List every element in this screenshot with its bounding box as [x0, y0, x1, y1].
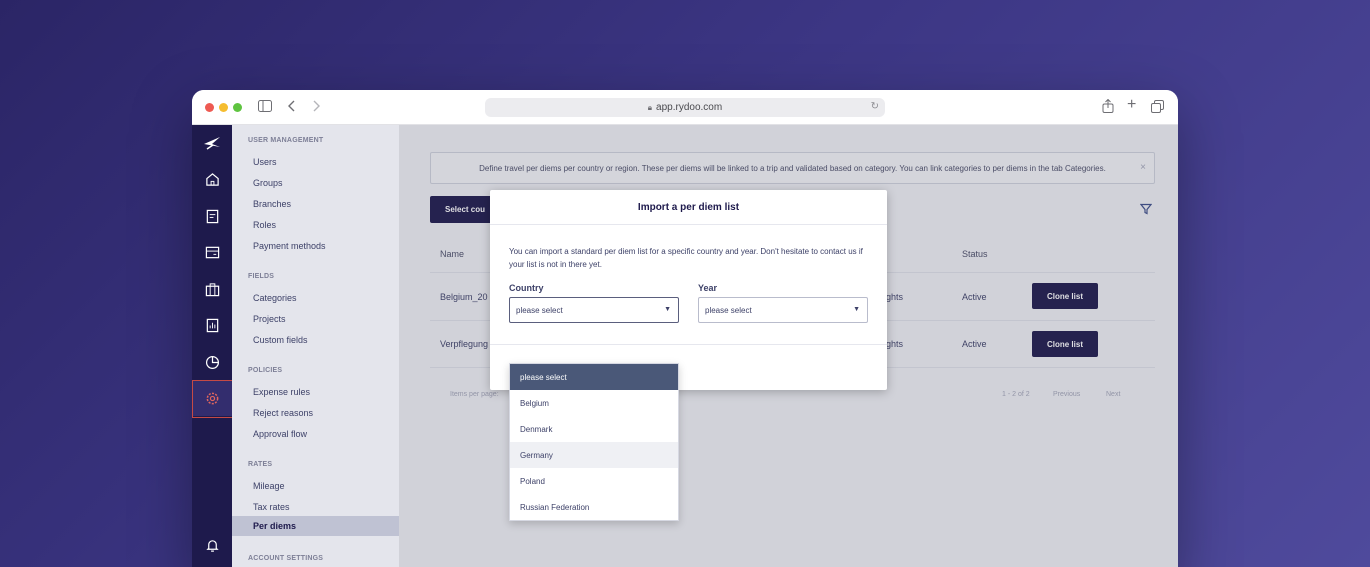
address-bar[interactable]: 🔒︎ app.rydoo.com ↻	[485, 98, 885, 117]
menu-item-per-diems[interactable]: Per diems	[232, 516, 399, 536]
lock-icon: 🔒︎	[647, 102, 653, 112]
new-tab-icon[interactable]: +	[1127, 97, 1136, 113]
year-label: Year	[698, 283, 718, 293]
menu-item-mileage[interactable]: Mileage	[253, 481, 285, 491]
menu-section-policies: POLICIES	[248, 367, 283, 374]
app: USER MANAGEMENT Users Groups Branches Ro…	[192, 125, 1178, 567]
import-per-diem-modal: Import a per diem list You can import a …	[490, 190, 887, 390]
modal-footer-divider	[490, 344, 887, 345]
menu-item-users[interactable]: Users	[253, 157, 277, 167]
settings-icon[interactable]	[192, 380, 234, 418]
settings-menu: USER MANAGEMENT Users Groups Branches Ro…	[232, 125, 399, 567]
reports-icon[interactable]	[192, 307, 232, 343]
menu-item-branches[interactable]: Branches	[253, 199, 291, 209]
expenses-icon[interactable]	[192, 198, 232, 234]
rydoo-logo-icon[interactable]	[192, 125, 232, 161]
wallet-icon[interactable]	[192, 234, 232, 270]
browser-window: 🔒︎ app.rydoo.com ↻ + USER MANAGEMENT Use…	[192, 90, 1178, 567]
country-select-value: please select	[516, 305, 563, 315]
sidebar-toggle-icon[interactable]	[258, 100, 272, 114]
country-select[interactable]: please select ▼	[509, 297, 679, 323]
year-select-value: please select	[705, 305, 752, 315]
modal-description: You can import a standard per diem list …	[509, 247, 863, 269]
country-option[interactable]: Denmark	[510, 416, 678, 442]
country-option[interactable]: Russian Federation	[510, 494, 678, 520]
minimize-window-button[interactable]	[219, 103, 228, 112]
analytics-icon[interactable]	[192, 344, 232, 380]
url-text: app.rydoo.com	[656, 102, 723, 113]
country-option[interactable]: Belgium	[510, 390, 678, 416]
year-select[interactable]: please select ▼	[698, 297, 868, 323]
menu-section-fields: FIELDS	[248, 273, 275, 280]
menu-section-account-settings: ACCOUNT SETTINGS	[248, 555, 324, 562]
menu-item-expense-rules[interactable]: Expense rules	[253, 387, 310, 397]
forward-icon[interactable]	[312, 100, 320, 114]
menu-item-categories[interactable]: Categories	[253, 293, 297, 303]
browser-toolbar: 🔒︎ app.rydoo.com ↻ +	[192, 90, 1178, 125]
menu-item-payment-methods[interactable]: Payment methods	[253, 241, 326, 251]
share-icon[interactable]	[1102, 98, 1114, 115]
modal-title: Import a per diem list	[490, 190, 887, 225]
menu-item-projects[interactable]: Projects	[253, 314, 286, 324]
country-option[interactable]: please select	[510, 364, 678, 390]
tabs-overview-icon[interactable]	[1151, 100, 1164, 115]
chevron-down-icon: ▼	[664, 306, 671, 313]
country-option[interactable]: Poland	[510, 468, 678, 494]
back-icon[interactable]	[288, 100, 296, 114]
chevron-down-icon: ▼	[853, 306, 860, 313]
menu-item-approval-flow[interactable]: Approval flow	[253, 429, 307, 439]
menu-item-reject-reasons[interactable]: Reject reasons	[253, 408, 313, 418]
reload-icon[interactable]: ↻	[871, 101, 879, 112]
menu-section-rates: RATES	[248, 461, 273, 468]
menu-item-roles[interactable]: Roles	[253, 220, 276, 230]
close-window-button[interactable]	[205, 103, 214, 112]
country-label: Country	[509, 283, 544, 293]
menu-item-custom-fields[interactable]: Custom fields	[253, 335, 308, 345]
notifications-icon[interactable]	[192, 527, 232, 563]
country-dropdown: please select Belgium Denmark Germany Po…	[509, 363, 679, 521]
country-option[interactable]: Germany	[510, 442, 678, 468]
trips-icon[interactable]	[192, 271, 232, 307]
menu-section-user-management: USER MANAGEMENT	[248, 137, 324, 144]
menu-item-tax-rates[interactable]: Tax rates	[253, 502, 290, 512]
icon-rail	[192, 125, 234, 567]
maximize-window-button[interactable]	[233, 103, 242, 112]
home-icon[interactable]	[192, 161, 232, 197]
menu-item-groups[interactable]: Groups	[253, 178, 283, 188]
